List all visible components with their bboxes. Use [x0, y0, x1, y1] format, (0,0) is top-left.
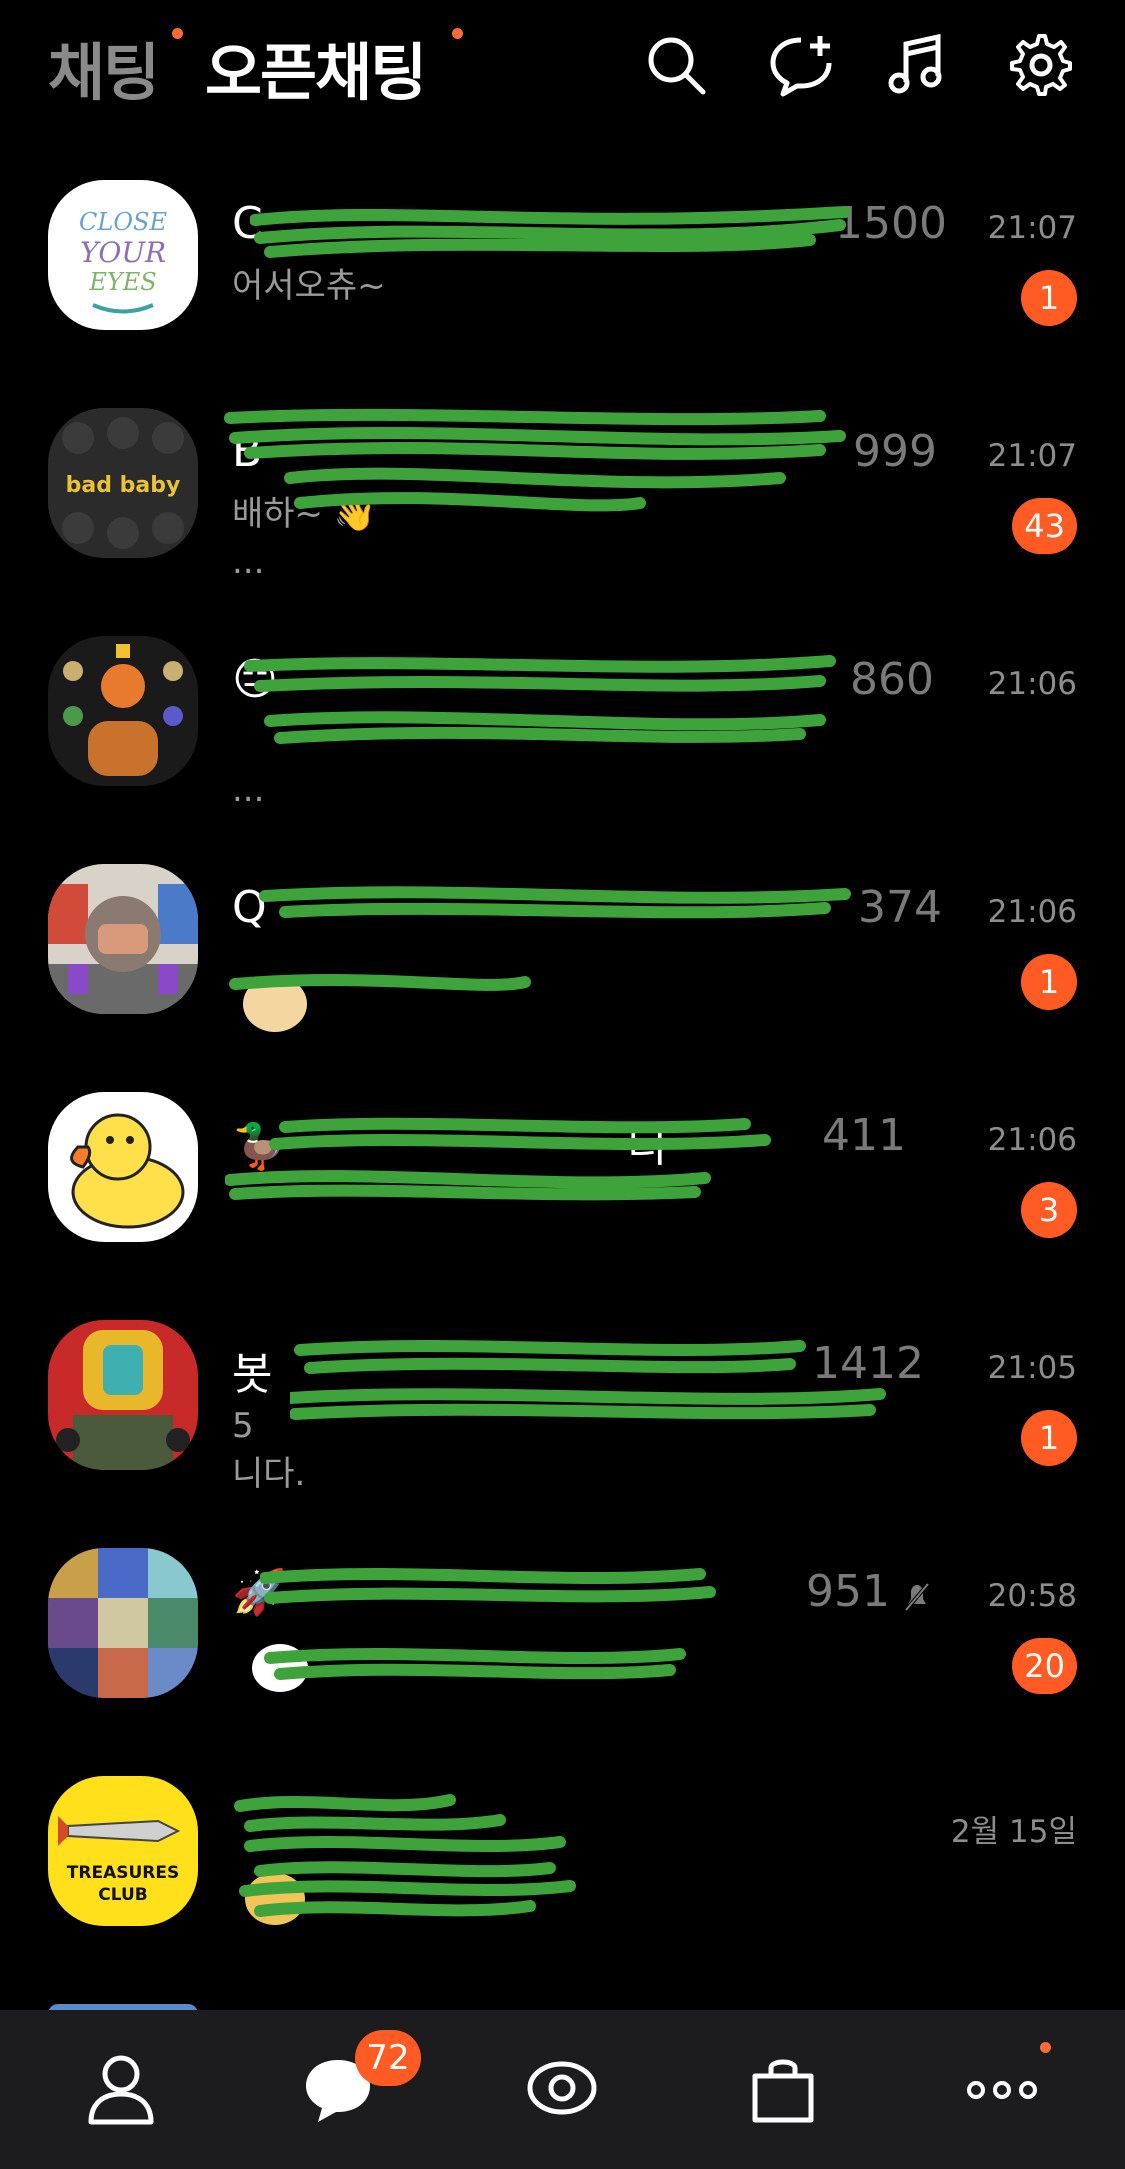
message-ellipsis: ... — [232, 542, 265, 582]
chat-item[interactable]: CLOSE YOUR EYES C 1500 어서오츄~ 21:07 1 — [0, 180, 1125, 408]
svg-text:YOUR: YOUR — [80, 236, 166, 269]
chat-title: 😑 — [232, 654, 278, 705]
redaction-scribble — [234, 1794, 576, 1917]
chat-item[interactable]: 🚀 951 20:58 20 — [0, 1548, 1125, 1776]
treasures-club-logo: TREASURES CLUB — [58, 1816, 181, 1905]
new-dot — [1040, 2042, 1051, 2053]
chat-title: 🚀 — [232, 1567, 287, 1618]
last-message: 배하~ 👋 ... — [232, 490, 932, 586]
timestamp: 21:06 — [987, 1122, 1077, 1158]
duck-avatar — [70, 1113, 185, 1229]
music-icon[interactable] — [884, 32, 950, 98]
sticker-icon — [245, 1873, 305, 1925]
chat-title: 🦆 티 — [232, 1110, 667, 1174]
unread-badge: 1 — [1021, 1410, 1077, 1466]
avatar — [48, 1320, 198, 1470]
tab-open-chats[interactable]: 오픈채팅 — [205, 22, 427, 112]
new-chat-icon[interactable] — [768, 32, 834, 98]
message-ellipsis: ... — [232, 770, 265, 810]
unread-badge: 1 — [1021, 954, 1077, 1010]
svg-text:EYES: EYES — [88, 268, 156, 296]
redaction-scribble — [250, 206, 850, 258]
chat-title: C — [232, 198, 263, 249]
shopping-icon[interactable] — [743, 2048, 823, 2128]
sticker-icon — [243, 976, 307, 1032]
timestamp: 21:06 — [987, 894, 1077, 930]
member-count: 951 — [806, 1566, 890, 1617]
chat-title-end: 티 — [626, 1121, 668, 1172]
unread-badge: 1 — [1021, 270, 1077, 326]
last-message: ... — [232, 718, 932, 814]
chat-item[interactable]: Q 374 21:06 1 — [0, 864, 1125, 1092]
unread-badge: 43 — [1012, 498, 1077, 554]
chat-unread-badge: 72 — [355, 2030, 421, 2086]
timestamp: 21:07 — [987, 210, 1077, 246]
member-count: 411 — [822, 1110, 906, 1161]
notification-off-icon — [904, 1582, 930, 1612]
chat-item[interactable]: bad baby B 999 배하~ 👋 ... 21:07 43 — [0, 408, 1125, 636]
bottom-nav: 72 — [0, 2010, 1125, 2169]
more-icon[interactable] — [962, 2048, 1042, 2128]
view-icon[interactable] — [522, 2048, 602, 2128]
timestamp: 21:07 — [987, 438, 1077, 474]
chat-title-start: 🦆 — [232, 1121, 287, 1172]
last-message: 어서오츄~ — [232, 266, 386, 306]
avatar — [48, 864, 198, 1014]
redaction-scribble — [229, 886, 851, 991]
svg-text:TREASURES: TREASURES — [67, 1863, 179, 1883]
close-your-eyes-logo: CLOSE YOUR EYES — [79, 208, 167, 314]
tab-chats[interactable]: 채팅 — [48, 22, 160, 112]
member-count: 374 — [858, 882, 942, 933]
timestamp: 21:05 — [987, 1350, 1077, 1386]
last-message: 5 니다. — [232, 1402, 932, 1498]
message-text-cont: 니다. — [232, 1454, 306, 1494]
svg-text:CLOSE: CLOSE — [79, 208, 167, 236]
chat-title: 봇 — [232, 1349, 273, 1400]
character-avatar — [63, 644, 183, 776]
collage-avatar — [48, 1548, 198, 1698]
member-count: 1500 — [835, 198, 947, 249]
chat-item[interactable]: 🦆 티 411 21:06 3 — [0, 1092, 1125, 1320]
svg-text:CLUB: CLUB — [98, 1885, 147, 1905]
friends-icon[interactable] — [81, 2048, 161, 2128]
timestamp: 2월 15일 — [950, 1814, 1077, 1850]
chat-item[interactable]: 😑 860 ... 21:06 — [0, 636, 1125, 864]
avatar: TREASURES CLUB — [48, 1776, 198, 1926]
bear-avatar — [48, 884, 198, 1014]
avatar: bad baby — [48, 408, 198, 558]
avatar — [48, 636, 198, 786]
chat-title: Q — [232, 882, 267, 933]
new-dot — [172, 28, 183, 39]
avatar — [48, 1092, 198, 1242]
new-dot — [452, 28, 463, 39]
sticker-icon — [252, 1644, 308, 1692]
unread-badge: 3 — [1021, 1182, 1077, 1238]
message-text: 배하~ 👋 — [232, 494, 377, 534]
message-text: 5 — [232, 1406, 254, 1446]
robot-avatar — [56, 1330, 190, 1470]
header: 채팅 오픈채팅 — [0, 0, 1125, 130]
settings-icon[interactable] — [1008, 32, 1074, 98]
timestamp: 20:58 — [987, 1578, 1077, 1614]
member-count: 1412 — [812, 1338, 924, 1389]
unread-badge: 20 — [1012, 1638, 1077, 1694]
search-icon[interactable] — [643, 32, 709, 98]
timestamp: 21:06 — [987, 666, 1077, 702]
redaction-scribble — [260, 1568, 716, 1680]
chat-item[interactable]: 봇 1412 5 니다. 21:05 1 — [0, 1320, 1125, 1548]
avatar: CLOSE YOUR EYES — [48, 180, 198, 330]
bad-baby-logo: bad baby — [62, 417, 184, 549]
chat-title: B — [232, 426, 263, 477]
chat-item[interactable]: TREASURES CLUB 2월 15일 — [0, 1776, 1125, 2004]
member-count: 999 — [853, 426, 937, 477]
avatar — [48, 1548, 198, 1698]
member-count: 860 — [850, 654, 934, 705]
svg-text:bad baby: bad baby — [66, 473, 181, 498]
